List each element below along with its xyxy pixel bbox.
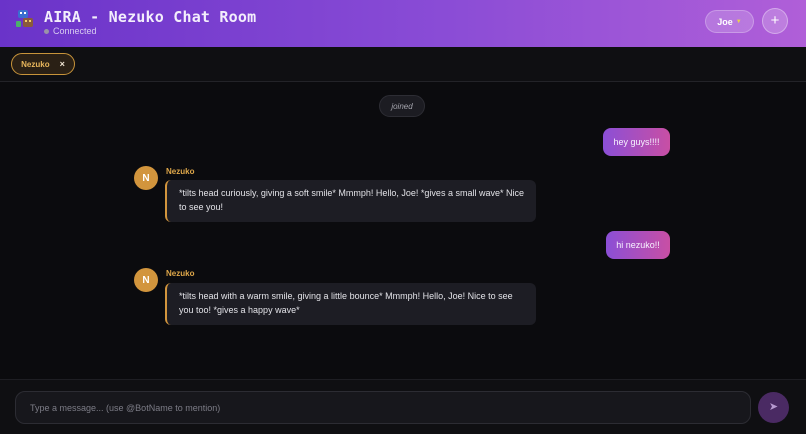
chevron-down-icon: ▼ (735, 18, 742, 25)
message-composer: ➤ (0, 379, 806, 434)
bot-chip-label: Nezuko (21, 59, 50, 69)
status-label: Connected (53, 26, 97, 36)
connection-status: Connected (44, 26, 97, 36)
bot-message: *tilts head with a warm smile, giving a … (165, 283, 536, 325)
user-name: Joe (717, 16, 733, 27)
close-icon[interactable]: × (60, 59, 65, 69)
bot-message-author: Nezuko (166, 269, 195, 278)
system-message: joined (379, 95, 425, 117)
bot-message-author: Nezuko (166, 167, 195, 176)
chat-messages: joined hey guys!!!! N Nezuko *tilts head… (0, 82, 806, 379)
user-menu-button[interactable]: Joe ▼ (705, 10, 754, 33)
message-input[interactable] (15, 391, 751, 424)
page-title: AIRA - Nezuko Chat Room (44, 8, 257, 26)
active-bots-bar: Nezuko × (0, 47, 806, 82)
app-logo-icon (16, 10, 33, 27)
avatar: N (134, 268, 158, 292)
bot-message: *tilts head curiously, giving a soft smi… (165, 180, 536, 222)
user-message: hey guys!!!! (603, 128, 670, 156)
user-message: hi nezuko!! (606, 231, 670, 259)
send-arrow-icon: ➤ (768, 401, 779, 413)
app-header: AIRA - Nezuko Chat Room Connected Joe ▼ … (0, 0, 806, 47)
avatar: N (134, 166, 158, 190)
add-bot-button[interactable]: + (762, 8, 788, 34)
status-dot-icon (44, 28, 49, 34)
send-button[interactable]: ➤ (758, 392, 789, 423)
bot-chip-nezuko[interactable]: Nezuko × (11, 53, 75, 75)
